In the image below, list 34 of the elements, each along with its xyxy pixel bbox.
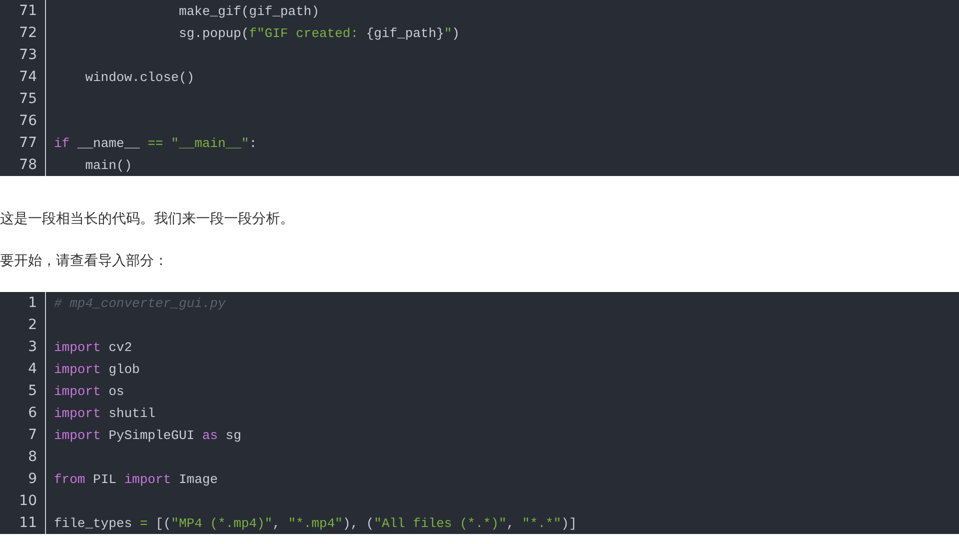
line-number: 73 <box>18 47 37 63</box>
line-number: 71 <box>18 3 37 19</box>
line-number: 8 <box>27 449 37 465</box>
line-number: 11 <box>18 515 37 531</box>
code-line: import cv2 <box>54 340 132 354</box>
line-number: 4 <box>27 361 37 377</box>
line-number: 2 <box>27 317 37 333</box>
line-number: 75 <box>18 91 37 107</box>
line-number: 76 <box>18 113 37 129</box>
line-number: 7 <box>27 427 37 443</box>
code-line: sg.popup(f"GIF created: {gif_path}") <box>178 26 460 40</box>
line-number: 5 <box>27 383 37 399</box>
code-line: if __name__ == "__main__": <box>54 136 257 150</box>
line-number: 77 <box>18 135 37 151</box>
line-number: 10 <box>18 493 37 509</box>
code-line: make_gif(gif_path) <box>178 4 320 18</box>
paragraph: 这是一段相当长的代码。我们来一段一段分析。 <box>0 210 294 229</box>
code-line: from PIL import Image <box>54 472 218 486</box>
code-line: import os <box>54 384 124 398</box>
code-line: import shutil <box>54 406 156 420</box>
code-line: main() <box>84 158 132 172</box>
code-line: file_types = [("MP4 (*.mp4)", "*.mp4"), ("All files (*.*)", "*.*")] <box>54 516 577 530</box>
code-line: import glob <box>54 362 140 376</box>
line-number: 1 <box>27 295 37 311</box>
line-number: 72 <box>18 25 37 41</box>
code-line: window.close() <box>84 70 194 84</box>
paragraph: 要开始，请查看导入部分： <box>0 252 168 271</box>
code-line: import PySimpleGUI as sg <box>54 428 242 442</box>
code-line: # mp4_converter_gui.py <box>54 296 226 310</box>
line-number: 6 <box>27 405 37 421</box>
line-number: 78 <box>18 157 37 173</box>
line-number: 74 <box>18 69 37 85</box>
line-number: 9 <box>27 471 37 487</box>
line-number: 3 <box>27 339 37 355</box>
